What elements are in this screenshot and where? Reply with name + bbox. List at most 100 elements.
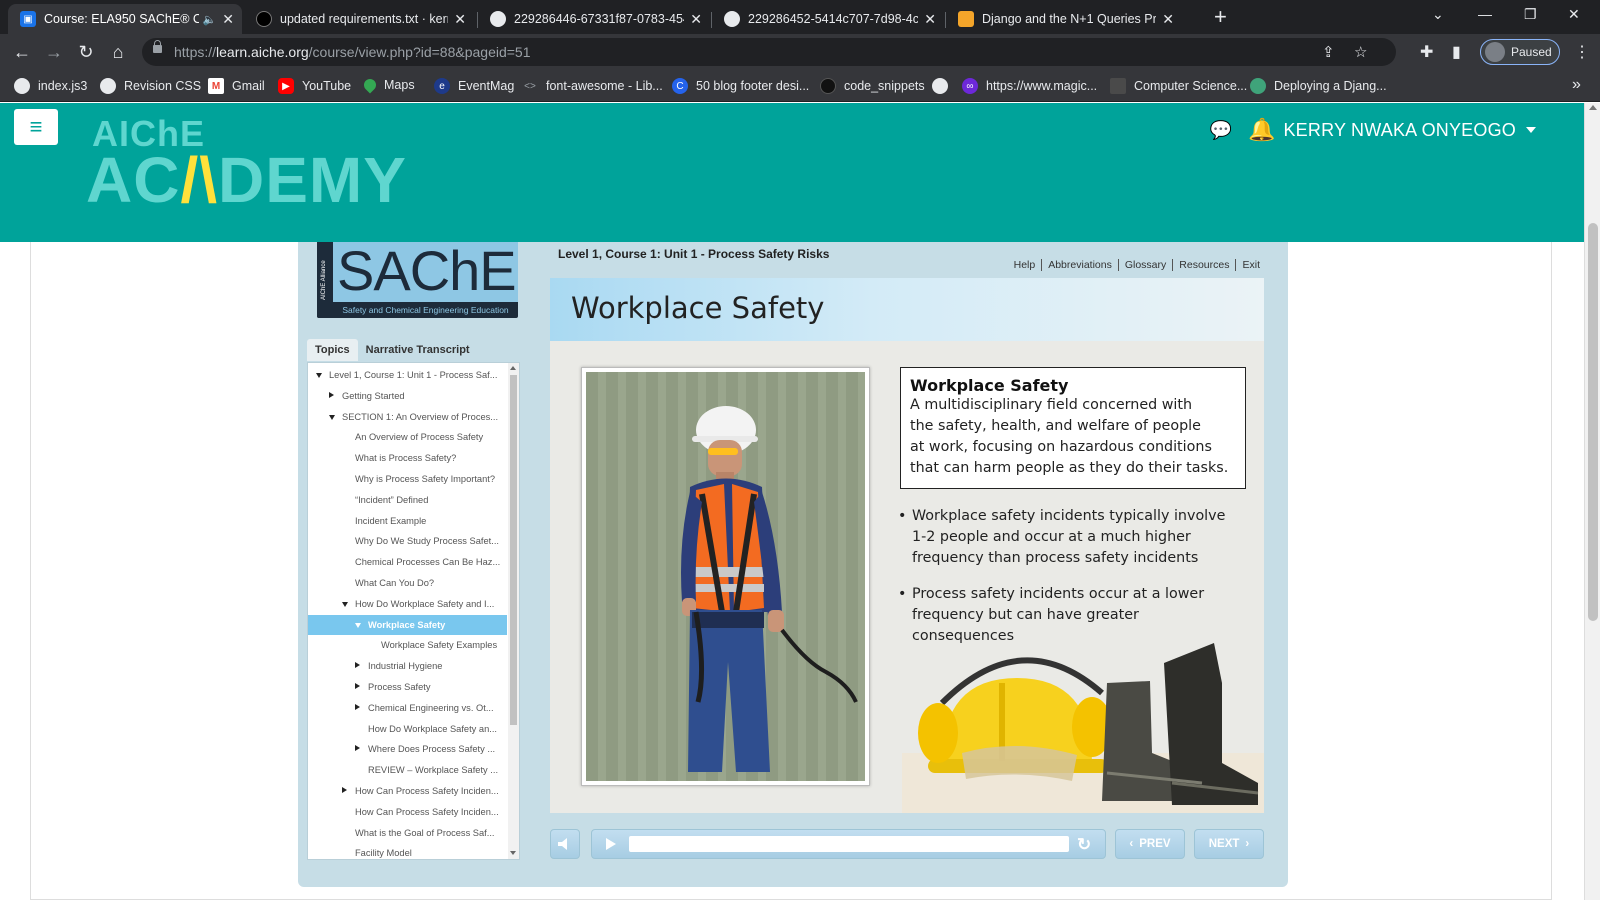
profile-button[interactable]: Paused [1480, 39, 1560, 65]
bookmark-item[interactable]: ∞ https://www.magic... [962, 78, 1097, 94]
address-bar[interactable]: https://learn.aiche.org/course/view.php?… [142, 38, 1396, 66]
bookmark-item[interactable] [932, 78, 956, 94]
close-tab-icon[interactable]: ✕ [222, 11, 234, 28]
expand-triangle-icon[interactable] [329, 391, 334, 398]
progress-bar[interactable] [629, 836, 1069, 852]
bookmark-star-icon[interactable]: ☆ [1354, 43, 1367, 61]
outline-item[interactable]: Facility Model [308, 843, 507, 859]
scroll-up-icon[interactable] [1589, 105, 1597, 110]
abbreviations-link[interactable]: Abbreviations [1041, 259, 1118, 271]
bookmark-item[interactable]: code_snippets [820, 78, 925, 94]
bookmark-item[interactable]: e EventMag [434, 78, 514, 94]
home-icon[interactable]: ⌂ [106, 40, 130, 64]
page-scroll-thumb[interactable] [1588, 223, 1598, 621]
browser-tab-django[interactable]: Django and the N+1 Queries Pro ✕ [946, 4, 1182, 34]
browser-tab-image-2[interactable]: 229286452-5414c707-7d98-4c5c ✕ [712, 4, 944, 34]
bookmark-item[interactable]: index.js3 [14, 78, 87, 94]
page-scrollbar[interactable] [1584, 103, 1600, 900]
outline-item[interactable]: How Do Workplace Safety an... [308, 719, 507, 739]
back-arrow-icon[interactable]: ← [10, 40, 34, 64]
tab-topics[interactable]: Topics [307, 339, 358, 361]
new-tab-button[interactable]: + [1214, 6, 1227, 28]
collapse-triangle-icon[interactable] [329, 414, 335, 420]
help-link[interactable]: Help [1008, 259, 1042, 271]
next-button[interactable]: NEXT › [1194, 829, 1264, 859]
browser-menu-icon[interactable]: ⋮ [1574, 42, 1590, 62]
outline-item[interactable]: Why Do We Study Process Safet... [308, 531, 507, 551]
outline-item[interactable]: An Overview of Process Safety [308, 427, 507, 447]
outline-scrollbar[interactable] [508, 363, 519, 859]
close-tab-icon[interactable]: ✕ [1162, 11, 1174, 28]
collapse-triangle-icon[interactable] [316, 373, 322, 378]
scroll-down-icon[interactable] [510, 851, 516, 855]
bookmark-item[interactable]: M Gmail [208, 78, 265, 94]
minimize-window-button[interactable]: — [1478, 6, 1492, 22]
outline-item[interactable]: How Can Process Safety Inciden... [308, 802, 507, 822]
outline-item[interactable]: Industrial Hygiene [308, 656, 507, 676]
close-tab-icon[interactable]: ✕ [454, 11, 466, 28]
close-tab-icon[interactable]: ✕ [924, 11, 936, 28]
browser-tab-course[interactable]: ▣ Course: ELA950 SAChE® Cer 🔈 ✕ [8, 4, 242, 34]
collapse-triangle-icon[interactable] [355, 622, 361, 628]
side-panel-icon[interactable]: ▮ [1452, 42, 1461, 62]
expand-triangle-icon[interactable] [342, 787, 347, 793]
outline-item[interactable]: How Do Workplace Safety and I... [308, 594, 507, 614]
bookmark-item[interactable]: <> font-awesome - Lib... [522, 78, 663, 94]
academy-logo[interactable]: AC/\DEMY [86, 143, 407, 217]
expand-triangle-icon[interactable] [355, 745, 360, 752]
outline-item[interactable]: REVIEW – Workplace Safety ... [308, 760, 507, 780]
outline-item[interactable]: “Incident” Defined [308, 490, 507, 510]
outline-scroll-thumb[interactable] [510, 375, 517, 725]
bookmark-item[interactable]: Deploying a Djang... [1250, 78, 1387, 94]
outline-item[interactable]: Incident Example [308, 511, 507, 531]
notifications-bell-icon[interactable]: 🔔 [1248, 117, 1275, 143]
outline-item-selected[interactable]: Workplace Safety [308, 614, 507, 635]
replay-icon[interactable]: ↻ [1077, 835, 1091, 855]
expand-triangle-icon[interactable] [355, 683, 360, 689]
exit-link[interactable]: Exit [1235, 259, 1266, 271]
outline-item[interactable]: Level 1, Course 1: Unit 1 - Process Saf.… [308, 365, 507, 385]
scroll-up-icon[interactable] [510, 366, 516, 370]
outline-item[interactable]: Getting Started [308, 386, 507, 406]
outline-item[interactable]: Where Does Process Safety ... [308, 739, 507, 759]
more-bookmarks-icon[interactable]: » [1572, 76, 1581, 94]
outline-item[interactable]: Workplace Safety Examples [308, 635, 507, 655]
outline-item[interactable]: What is the Goal of Process Saf... [308, 823, 507, 843]
outline-item[interactable]: Why is Process Safety Important? [308, 469, 507, 489]
speaker-muted-icon[interactable]: 🔈 [203, 13, 217, 26]
outline-item[interactable]: What Can You Do? [308, 573, 507, 593]
outline-item[interactable]: How Can Process Safety Inciden... [308, 781, 507, 801]
bookmark-item[interactable]: C 50 blog footer desi... [672, 78, 809, 94]
close-window-button[interactable]: ✕ [1568, 6, 1580, 23]
outline-item[interactable]: Process Safety [308, 677, 507, 697]
expand-triangle-icon[interactable] [355, 662, 360, 669]
forward-arrow-icon[interactable]: → [42, 40, 66, 64]
prev-button[interactable]: ‹ PREV [1115, 829, 1185, 859]
share-icon[interactable]: ⇪ [1322, 43, 1335, 61]
tab-narrative-transcript[interactable]: Narrative Transcript [358, 339, 478, 361]
outline-item[interactable]: Chemical Engineering vs. Ot... [308, 698, 507, 718]
browser-tab-image-1[interactable]: 229286446-67331f87-0783-454b ✕ [478, 4, 710, 34]
chevron-down-icon[interactable] [1526, 127, 1536, 133]
bookmark-item[interactable]: ▶ YouTube [278, 78, 351, 94]
expand-triangle-icon[interactable] [355, 703, 360, 710]
user-menu[interactable]: KERRY NWAKA ONYEOGO [1283, 120, 1516, 141]
browser-tab-github[interactable]: updated requirements.txt · kerry ✕ [244, 4, 474, 34]
bookmark-item[interactable]: Revision CSS [100, 78, 201, 94]
collapse-triangle-icon[interactable] [342, 601, 348, 607]
close-tab-icon[interactable]: ✕ [690, 11, 702, 28]
bookmark-item[interactable]: Maps [361, 76, 415, 94]
outline-item[interactable]: What is Process Safety? [308, 448, 507, 468]
outline-item[interactable]: Chemical Processes Can Be Haz... [308, 552, 507, 572]
glossary-link[interactable]: Glossary [1117, 259, 1172, 271]
play-button[interactable] [604, 837, 618, 854]
outline-item[interactable]: SECTION 1: An Overview of Proces... [308, 407, 507, 427]
tab-search-icon[interactable]: ⌄ [1432, 6, 1444, 23]
restore-window-button[interactable]: ❐ [1524, 6, 1537, 23]
reload-icon[interactable]: ↻ [74, 40, 98, 64]
volume-button[interactable] [550, 829, 580, 859]
menu-toggle-button[interactable]: ≡ [14, 109, 58, 145]
resources-link[interactable]: Resources [1172, 259, 1235, 271]
bookmark-item[interactable]: Computer Science... [1110, 78, 1247, 94]
messages-icon[interactable]: 💬 [1210, 120, 1232, 141]
